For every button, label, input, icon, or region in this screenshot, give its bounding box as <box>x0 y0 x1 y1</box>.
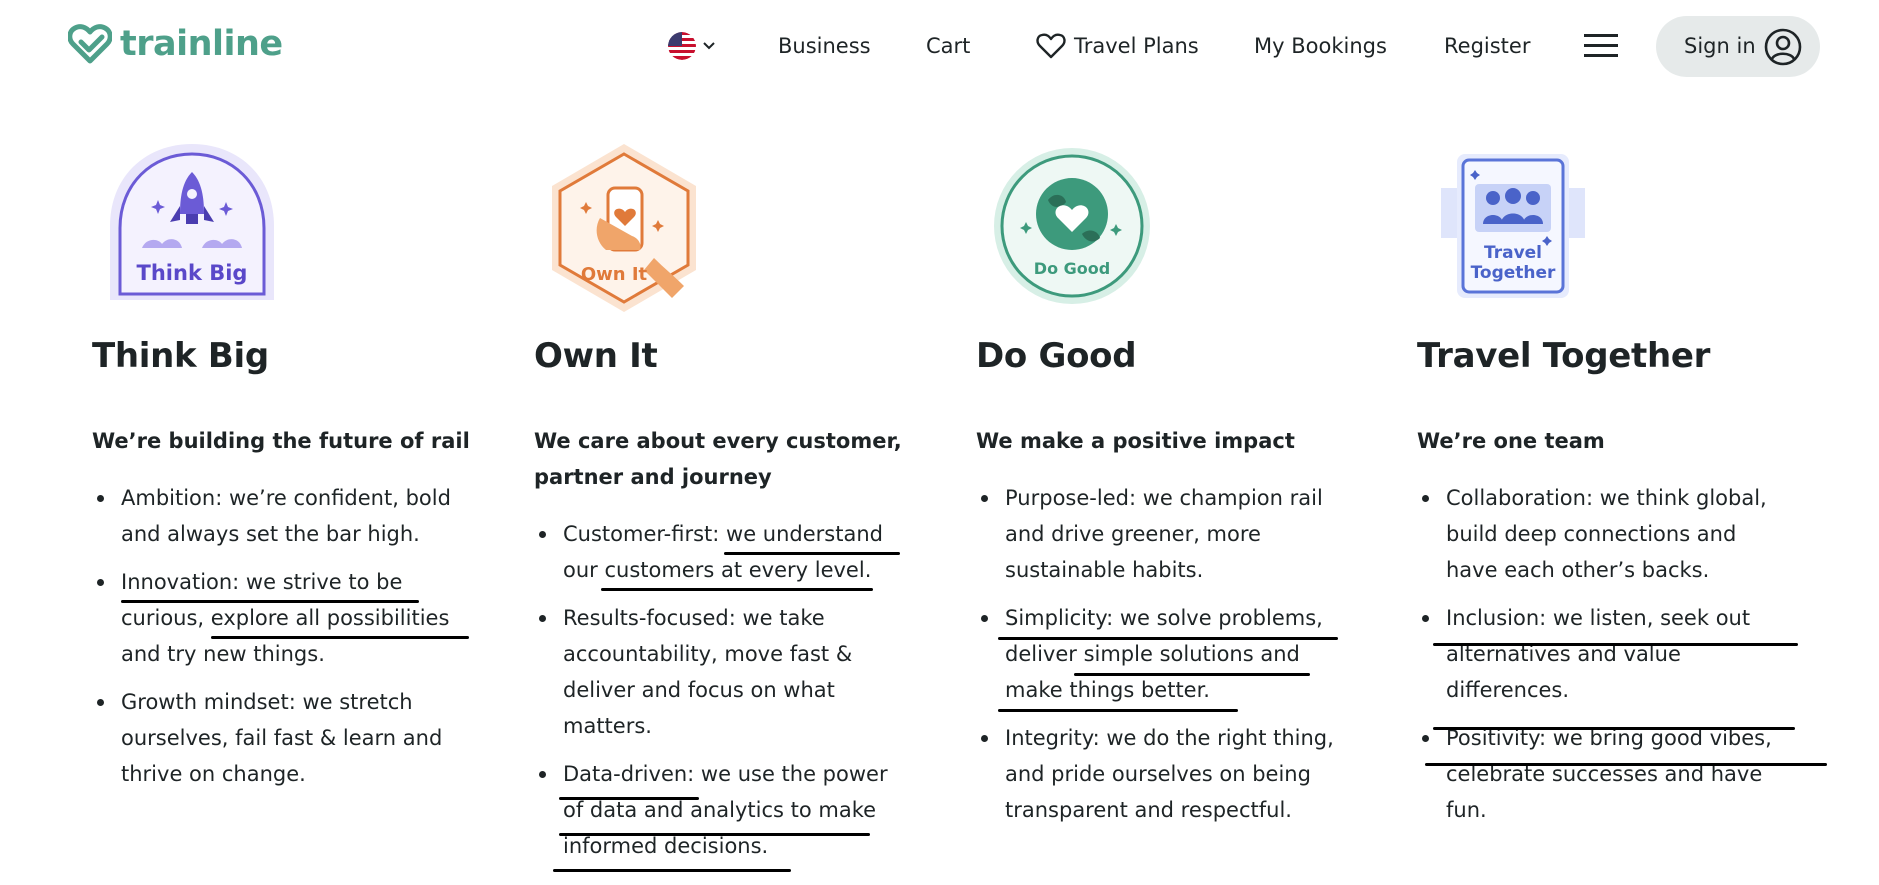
underline-annotation <box>1074 673 1310 676</box>
nav-my-bookings[interactable]: My Bookings <box>1254 34 1387 58</box>
list-item: Ambition: we’re confident, bold and alwa… <box>92 480 467 552</box>
site-header: trainline Business Cart Travel Plans My … <box>0 0 1879 96</box>
user-avatar-icon <box>1764 28 1802 66</box>
list-item: Purpose-led: we champion rail and drive … <box>976 480 1351 588</box>
value-title: Think Big <box>92 336 269 376</box>
value-title: Own It <box>534 336 658 376</box>
team-badge-icon: Travel Together <box>1441 154 1585 298</box>
brand-name: trainline <box>120 24 283 64</box>
country-selector[interactable] <box>668 32 716 60</box>
hamburger-menu-icon[interactable] <box>1584 33 1618 59</box>
badge-label: Own It <box>581 264 648 285</box>
value-subtitle: We’re one team <box>1417 429 1605 453</box>
list-item: Simplicity: we solve problems, deliver s… <box>976 600 1351 708</box>
list-item: Collaboration: we think global, build de… <box>1417 480 1792 588</box>
underline-annotation <box>121 600 419 603</box>
badge-label: Think Big <box>137 261 248 285</box>
nav-register[interactable]: Register <box>1444 34 1530 58</box>
list-item: Growth mindset: we stretch ourselves, fa… <box>92 684 467 792</box>
value-title: Travel Together <box>1417 336 1711 376</box>
underline-annotation <box>998 709 1238 712</box>
list-item: Integrity: we do the right thing, and pr… <box>976 720 1351 828</box>
globe-heart-badge-icon: Do Good <box>994 148 1150 304</box>
nav-business[interactable]: Business <box>778 34 871 58</box>
sign-in-label: Sign in <box>1684 34 1756 58</box>
rocket-badge-icon: Think Big <box>110 144 274 300</box>
value-bullets: Collaboration: we think global, build de… <box>1417 480 1792 840</box>
underline-annotation <box>1433 643 1798 646</box>
value-subtitle: We make a positive impact <box>976 429 1295 453</box>
underline-annotation <box>601 588 873 591</box>
value-bullets: Ambition: we’re confident, bold and alwa… <box>92 480 467 804</box>
list-item: Results-focused: we take accountability,… <box>534 600 909 744</box>
trainline-logo[interactable]: trainline <box>68 24 283 64</box>
value-subtitle: We care about every customer, partner an… <box>534 429 902 489</box>
badge-label-line1: Travel <box>1484 243 1542 263</box>
underline-annotation <box>559 833 870 836</box>
heart-icon[interactable] <box>1036 32 1066 60</box>
trainline-heart-logo-icon <box>68 24 112 64</box>
underline-annotation <box>724 552 900 555</box>
badge-label-line2: Together <box>1471 263 1556 283</box>
list-item: Positivity: we bring good vibes, celebra… <box>1417 720 1792 828</box>
badge-label: Do Good <box>1034 259 1110 278</box>
underline-annotation <box>553 869 791 872</box>
value-subtitle: We’re building the future of rail <box>92 429 470 453</box>
nav-travel-plans[interactable]: Travel Plans <box>1074 34 1199 58</box>
value-bullets: Purpose-led: we champion rail and drive … <box>976 480 1351 840</box>
sign-in-button[interactable]: Sign in <box>1656 16 1820 77</box>
phone-hand-badge-icon: Own It <box>552 144 696 312</box>
list-item: Innovation: we strive to be curious, exp… <box>92 564 467 672</box>
underline-annotation <box>211 636 469 639</box>
underline-annotation <box>1425 763 1827 766</box>
nav-cart[interactable]: Cart <box>926 34 970 58</box>
underline-annotation <box>559 797 699 800</box>
underline-annotation <box>1433 727 1795 730</box>
underline-annotation <box>998 637 1338 640</box>
value-bullets: Customer-first: we understand our custom… <box>534 516 909 876</box>
list-item: Data-driven: we use the power of data an… <box>534 756 909 864</box>
us-flag-icon <box>668 32 696 60</box>
list-item: Inclusion: we listen, seek out alternati… <box>1417 600 1792 708</box>
value-title: Do Good <box>976 336 1137 376</box>
chevron-down-icon <box>703 42 715 50</box>
